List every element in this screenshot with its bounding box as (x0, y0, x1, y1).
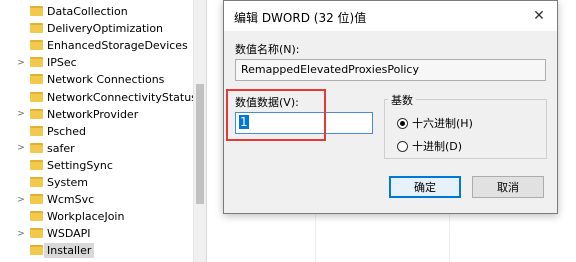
tree-item[interactable]: WorkplaceJoin (0, 208, 206, 225)
tree-item[interactable]: > WcmSvc (0, 191, 206, 208)
tree-scrollbar[interactable] (193, 0, 206, 262)
tree-item-label: WorkplaceJoin (47, 210, 125, 224)
folder-icon (30, 91, 43, 102)
tree-item[interactable]: Psched (0, 123, 206, 140)
expand-chevron-icon[interactable] (17, 157, 25, 174)
folder-icon (30, 177, 43, 187)
radio-hex-label: 十六进制(H) (412, 117, 473, 130)
cancel-button[interactable]: 取消 (472, 176, 544, 198)
folder-icon (30, 159, 43, 170)
tree-item-label: Psched (47, 124, 86, 138)
expand-chevron-icon[interactable]: > (17, 191, 25, 208)
folder-icon (30, 57, 43, 68)
tree-item-label: SettingSync (47, 158, 113, 172)
tree-item-label: DataCollection (47, 5, 128, 18)
edit-dword-dialog: 编辑 DWORD (32 位)值 ✕ 数值名称(N): RemappedElev… (223, 0, 558, 214)
tree-item-label: System (47, 176, 89, 189)
expand-chevron-icon[interactable] (17, 123, 25, 140)
radio-dec-button[interactable] (397, 140, 408, 152)
radio-hex-button[interactable] (397, 117, 408, 129)
tree-item[interactable]: > WSDAPI (0, 225, 206, 242)
expand-chevron-icon[interactable]: > (17, 54, 25, 71)
expand-chevron-icon[interactable] (17, 3, 25, 20)
ok-button[interactable]: 确定 (389, 176, 461, 198)
tree-item[interactable]: Installer (0, 242, 206, 259)
tree-item-label: EnhancedStorageDevices (47, 39, 188, 53)
pane-divider[interactable] (206, 0, 207, 262)
base-group-title: 基数 (388, 92, 416, 108)
expand-chevron-icon[interactable] (17, 71, 25, 88)
expand-chevron-icon[interactable]: > (17, 106, 25, 123)
highlight-box (226, 89, 326, 141)
tree-item[interactable]: > IPSec (0, 54, 206, 71)
expand-chevron-icon[interactable]: > (17, 140, 25, 157)
tree-item-label: WcmSvc (47, 193, 95, 207)
tree-item-label: NetworkProvider (47, 107, 139, 121)
tree-item-label: DeliveryOptimization (47, 22, 164, 36)
tree-item-label: NetworkConnectivityStatusInc (47, 90, 206, 104)
expand-chevron-icon[interactable] (17, 208, 25, 225)
folder-icon (30, 40, 43, 51)
folder-icon (30, 6, 43, 16)
tree-item-label: IPSec (47, 56, 77, 70)
folder-icon (30, 142, 43, 153)
tree-item[interactable]: > safer (0, 140, 206, 157)
folder-icon (30, 23, 43, 34)
value-name-field[interactable]: RemappedElevatedProxiesPolicy (235, 59, 546, 81)
tree-item[interactable]: DeliveryOptimization (0, 20, 206, 37)
folder-icon (30, 125, 43, 136)
folder-icon (30, 194, 43, 205)
tree-item[interactable]: Network Connections (0, 71, 206, 88)
folder-icon (30, 74, 43, 85)
folder-icon (30, 245, 43, 256)
dialog-titlebar[interactable]: 编辑 DWORD (32 位)值 ✕ (224, 1, 557, 31)
expand-chevron-icon[interactable] (17, 20, 25, 37)
expand-chevron-icon[interactable] (17, 174, 25, 191)
tree-item[interactable]: SettingSync (0, 157, 206, 174)
radio-hex[interactable]: 十六进制(H) (397, 115, 473, 131)
tree-scrollbar-thumb[interactable] (196, 84, 204, 204)
folder-icon (30, 228, 43, 239)
radio-dec[interactable]: 十进制(D) (397, 138, 462, 154)
close-icon[interactable]: ✕ (521, 1, 557, 31)
tree-item-label: Network Connections (47, 73, 165, 87)
expand-chevron-icon[interactable] (17, 37, 25, 54)
folder-icon (30, 108, 43, 119)
tree-item-label: safer (47, 141, 75, 155)
registry-tree: DataCollection DeliveryOptimization Enhanc… (0, 0, 206, 262)
dialog-title: 编辑 DWORD (32 位)值 (234, 11, 367, 25)
tree-item-label: Installer (44, 243, 95, 259)
expand-chevron-icon[interactable] (17, 242, 25, 259)
tree-item[interactable]: > NetworkProvider (0, 106, 206, 123)
tree-item[interactable]: NetworkConnectivityStatusInc (0, 89, 206, 106)
value-name-label: 数值名称(N): (235, 43, 300, 56)
folder-icon (30, 211, 43, 222)
tree-item[interactable]: System (0, 174, 206, 191)
expand-chevron-icon[interactable]: > (17, 225, 25, 242)
expand-chevron-icon[interactable] (17, 89, 25, 106)
tree-item[interactable]: EnhancedStorageDevices (0, 37, 206, 54)
tree-item-label: WSDAPI (47, 227, 91, 241)
radio-dec-label: 十进制(D) (412, 140, 463, 153)
tree-item[interactable]: DataCollection (0, 3, 206, 20)
